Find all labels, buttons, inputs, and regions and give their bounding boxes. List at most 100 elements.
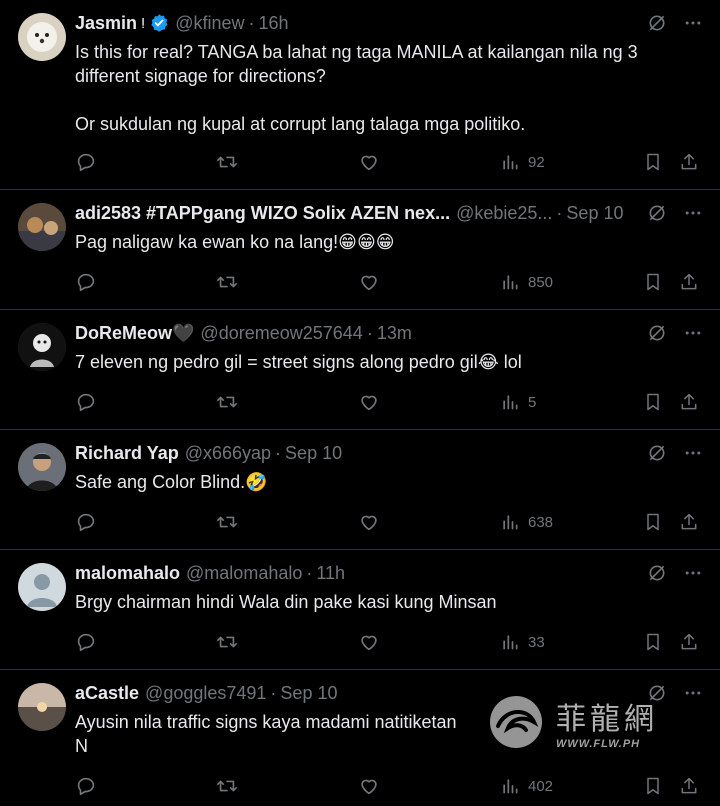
bookmark-button[interactable] (643, 150, 663, 174)
views-button[interactable]: 850 (500, 270, 553, 294)
like-button[interactable] (358, 390, 380, 414)
timestamp[interactable]: 13m (377, 323, 412, 344)
bookmark-button[interactable] (643, 774, 663, 798)
timestamp[interactable]: 16h (258, 13, 288, 34)
grok-icon[interactable] (646, 12, 668, 34)
reply-post[interactable]: DoReMeow🖤 @doremeow257644 · 13m 7 eleven… (0, 310, 720, 430)
share-button[interactable] (679, 510, 699, 534)
watermark: 菲龍網 WWW.FLW.PH (484, 690, 714, 754)
name-suffix: ⵑ (141, 14, 146, 31)
post-actions: 33 (75, 630, 704, 654)
grok-icon[interactable] (646, 562, 668, 584)
views-button[interactable]: 92 (500, 150, 545, 174)
bookmark-button[interactable] (643, 510, 663, 534)
reply-post[interactable]: Jasmin ⵑ @kfinew · 16h Is this for real?… (0, 0, 720, 190)
like-button[interactable] (358, 270, 380, 294)
separator-dot: · (270, 682, 277, 703)
post-text: Brgy chairman hindi Wala din pake kasi k… (75, 592, 497, 612)
views-button[interactable]: 5 (500, 390, 536, 414)
views-icon (503, 275, 518, 290)
avatar[interactable] (18, 13, 66, 61)
separator-dot: · (306, 562, 313, 583)
post-header: Jasmin ⵑ @kfinew · 16h (75, 10, 640, 36)
post-text: Safe ang Color Blind.🤣 (75, 472, 268, 492)
bookmark-button[interactable] (643, 270, 663, 294)
display-name[interactable]: malomahalo (75, 563, 180, 584)
display-name[interactable]: DoReMeow🖤 (75, 323, 194, 344)
reply-button[interactable] (75, 270, 97, 294)
repost-button[interactable] (216, 630, 238, 654)
reply-button[interactable] (75, 774, 97, 798)
more-options-icon[interactable] (682, 202, 704, 224)
share-button[interactable] (679, 390, 699, 414)
reply-post[interactable]: adi2583 #TAPPgang WIZO Solix AZEN nex...… (0, 190, 720, 310)
grok-icon[interactable] (646, 442, 668, 464)
display-name[interactable]: Jasmin (75, 13, 137, 34)
bookmark-button[interactable] (643, 630, 663, 654)
watermark-url: WWW.FLW.PH (556, 738, 641, 750)
avatar[interactable] (18, 683, 66, 731)
more-options-icon[interactable] (682, 12, 704, 34)
views-button[interactable]: 402 (500, 774, 553, 798)
handle[interactable]: @malomahalo (186, 563, 302, 584)
display-name[interactable]: Richard Yap (75, 443, 179, 464)
dragon-logo-icon (490, 696, 542, 748)
reply-post[interactable]: malomahalo @malomahalo · 11h Brgy chairm… (0, 550, 720, 670)
post-text: Is this for real? TANGA ba lahat ng taga… (75, 42, 638, 134)
share-button[interactable] (679, 630, 699, 654)
reply-button[interactable] (75, 630, 97, 654)
views-icon (503, 779, 518, 794)
repost-button[interactable] (216, 150, 238, 174)
repost-button[interactable] (216, 390, 238, 414)
more-options-icon[interactable] (682, 562, 704, 584)
bookmark-button[interactable] (643, 390, 663, 414)
share-button[interactable] (679, 774, 699, 798)
share-button[interactable] (679, 150, 699, 174)
more-options-icon[interactable] (682, 322, 704, 344)
post-top-actions (646, 12, 704, 34)
handle[interactable]: @goggles7491 (145, 683, 266, 704)
repost-button[interactable] (216, 774, 238, 798)
views-icon (503, 155, 518, 170)
like-button[interactable] (358, 510, 380, 534)
verified-badge-icon (149, 13, 169, 33)
handle[interactable]: @kebie25... (456, 203, 552, 224)
reply-button[interactable] (75, 510, 97, 534)
separator-dot: · (556, 202, 563, 223)
timestamp[interactable]: Sep 10 (280, 683, 337, 704)
views-count: 850 (528, 273, 554, 291)
post-header: adi2583 #TAPPgang WIZO Solix AZEN nex...… (75, 200, 640, 226)
post-actions: 5 (75, 390, 704, 414)
reply-button[interactable] (75, 150, 97, 174)
handle[interactable]: @x666yap (185, 443, 271, 464)
handle[interactable]: @kfinew (175, 13, 244, 34)
handle[interactable]: @doremeow257644 (200, 323, 362, 344)
views-button[interactable]: 33 (500, 630, 545, 654)
separator-dot: · (366, 322, 373, 343)
post-top-actions (646, 442, 704, 464)
views-button[interactable]: 638 (500, 510, 553, 534)
separator-dot: · (275, 442, 282, 463)
timestamp[interactable]: Sep 10 (566, 203, 623, 224)
display-name[interactable]: adi2583 #TAPPgang WIZO Solix AZEN nex... (75, 203, 450, 224)
like-button[interactable] (358, 774, 380, 798)
avatar[interactable] (18, 443, 66, 491)
watermark-text: 菲龍網 (556, 702, 658, 737)
more-options-icon[interactable] (682, 442, 704, 464)
avatar[interactable] (18, 203, 66, 251)
like-button[interactable] (358, 630, 380, 654)
share-button[interactable] (679, 270, 699, 294)
avatar[interactable] (18, 323, 66, 371)
grok-icon[interactable] (646, 322, 668, 344)
display-name[interactable]: aCastle (75, 683, 139, 704)
timestamp[interactable]: Sep 10 (285, 443, 342, 464)
grok-icon[interactable] (646, 202, 668, 224)
repost-button[interactable] (216, 270, 238, 294)
repost-button[interactable] (216, 510, 238, 534)
views-icon (503, 395, 518, 410)
timestamp[interactable]: 11h (316, 563, 345, 584)
avatar[interactable] (18, 563, 66, 611)
reply-button[interactable] (75, 390, 97, 414)
like-button[interactable] (358, 150, 380, 174)
reply-post[interactable]: Richard Yap @x666yap · Sep 10 Safe ang C… (0, 430, 720, 550)
